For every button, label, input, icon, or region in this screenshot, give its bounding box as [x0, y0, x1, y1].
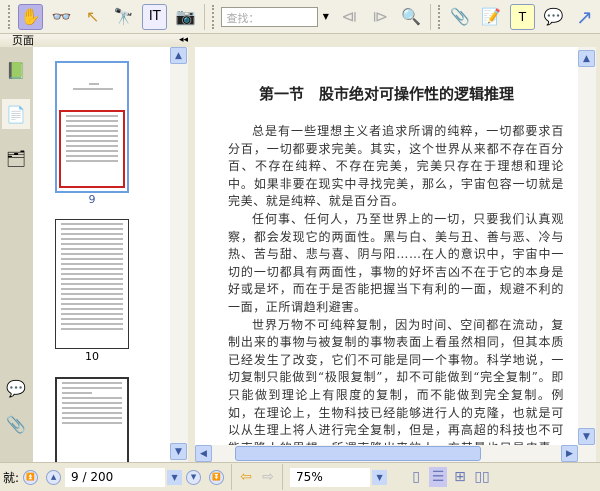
search-magnifier-icon[interactable]: 🔍: [399, 4, 424, 30]
zoom-field[interactable]: 75%: [290, 467, 371, 487]
panel-icon-strip: 📗 📄 🗂 💬 📎: [0, 47, 33, 462]
scroll-up-button[interactable]: ▲: [170, 47, 187, 64]
document-page: 第一节 股市绝对可操作性的逻辑推理 总是有一些理想主义者追求所谓的纯粹，一切都要…: [195, 47, 578, 445]
continuous-view-icon[interactable]: ☰: [429, 467, 448, 487]
page-thumbnail[interactable]: [55, 377, 129, 462]
first-page-button[interactable]: ⏫: [23, 469, 39, 485]
section-heading: 第一节 股市绝对可操作性的逻辑推理: [258, 85, 514, 103]
page-number-field[interactable]: 9 / 200: [65, 467, 166, 487]
status-bar: 就: ⏫ ▲ 9 / 200 ▼ ▼ ⏬ ⇦ ⇨ 75% ▼ ▯ ☰ ⊞ ▯▯: [0, 462, 600, 491]
panel-title: 页面: [12, 34, 34, 47]
back-arrow-icon[interactable]: ⇦: [237, 467, 255, 487]
zoom-dropdown-button[interactable]: ▼: [372, 469, 388, 485]
arrow-annotation-icon[interactable]: ↗: [572, 4, 597, 30]
page-dropdown-button[interactable]: ▼: [167, 469, 183, 485]
scroll-up-button[interactable]: ▲: [578, 50, 595, 67]
paragraph: 任何事、任何人，乃至世界上的一切，只要我们认真观察，都会发现它的两面性。黑与白、…: [228, 211, 564, 314]
toolbar: ✋ 👓 ↖ 🔭 IT 📷 查找： ▼ ⧏ ⧐ 🔍 📎 📝 T 💬 ↗: [0, 0, 600, 34]
page-number-value: 9 / 200: [71, 470, 114, 484]
paragraph: 世界万物不可纯粹复制，因为时间、空间都在流动，复制出来的事物与被复制的事物表面上…: [228, 317, 564, 445]
page-number-label: 9: [88, 193, 96, 206]
page-number-label: 10: [85, 350, 99, 363]
search-input[interactable]: 查找：: [221, 6, 319, 27]
pages-icon[interactable]: 📄: [2, 99, 30, 129]
toolbar-separator: [204, 3, 206, 30]
single-page-view-icon[interactable]: ▯: [407, 467, 425, 487]
collapse-panel-icon[interactable]: ◂◂: [179, 34, 188, 47]
attach-clip-icon[interactable]: 📎: [448, 4, 473, 30]
thumbnail-scrollbar[interactable]: ▲ ▼: [170, 47, 188, 462]
paragraph: 总是有一些理想主义者追求所谓的纯粹，一切都要求百分百，一切都要求完美。其实，这个…: [228, 124, 564, 209]
scroll-left-button[interactable]: ◀: [195, 445, 212, 462]
comment-icon[interactable]: 💬: [541, 4, 566, 30]
pages-panel-header: 页面 ◂◂: [0, 34, 192, 47]
page-thumbnail[interactable]: [55, 219, 129, 349]
select-arrow-icon[interactable]: ↖: [80, 4, 105, 30]
facing-view-icon[interactable]: ⊞: [451, 467, 469, 487]
binoculars-icon[interactable]: 🔭: [111, 4, 136, 30]
hand-tool-icon[interactable]: ✋: [17, 3, 44, 30]
goto-label: 就:: [3, 470, 20, 485]
zoom-value: 75%: [296, 470, 323, 484]
layers-icon[interactable]: 🗂: [2, 143, 30, 173]
search-dropdown-icon[interactable]: ▼: [321, 4, 331, 30]
document-vertical-scrollbar[interactable]: ▲ ▼: [578, 47, 596, 445]
visible-area-indicator[interactable]: [59, 110, 125, 188]
scroll-right-button[interactable]: ▶: [561, 445, 578, 462]
statusbar-separator: [231, 464, 233, 490]
note-pencil-icon[interactable]: 📝: [479, 4, 504, 30]
statusbar-separator: [282, 464, 284, 490]
continuous-facing-view-icon[interactable]: ▯▯: [473, 467, 491, 487]
page-thumbnail[interactable]: [55, 61, 129, 193]
text-box-icon[interactable]: T: [509, 3, 535, 30]
thumbnail-list: 9 10: [33, 47, 170, 462]
find-previous-icon[interactable]: ⧏: [337, 4, 362, 30]
horizontal-scroll-thumb[interactable]: [235, 446, 481, 461]
bookmarks-icon[interactable]: 📗: [2, 55, 30, 85]
next-page-button[interactable]: ▼: [186, 469, 202, 485]
toolbar-grip[interactable]: [212, 4, 215, 29]
attachments-icon[interactable]: 📎: [2, 409, 30, 439]
text-select-icon[interactable]: IT: [142, 3, 168, 30]
scroll-down-button[interactable]: ▼: [578, 428, 595, 445]
last-page-button[interactable]: ⏬: [209, 469, 225, 485]
snapshot-camera-icon[interactable]: 📷: [173, 4, 198, 30]
scroll-down-button[interactable]: ▼: [170, 443, 187, 460]
previous-page-button[interactable]: ▲: [46, 469, 62, 485]
find-next-icon[interactable]: ⧐: [368, 4, 393, 30]
toolbar-grip[interactable]: [8, 4, 11, 29]
toolbar-grip[interactable]: [437, 4, 441, 29]
toolbar-separator: [429, 3, 431, 30]
reading-glasses-icon[interactable]: 👓: [49, 4, 74, 30]
forward-arrow-icon[interactable]: ⇨: [259, 467, 277, 487]
comments-icon[interactable]: 💬: [2, 373, 30, 403]
